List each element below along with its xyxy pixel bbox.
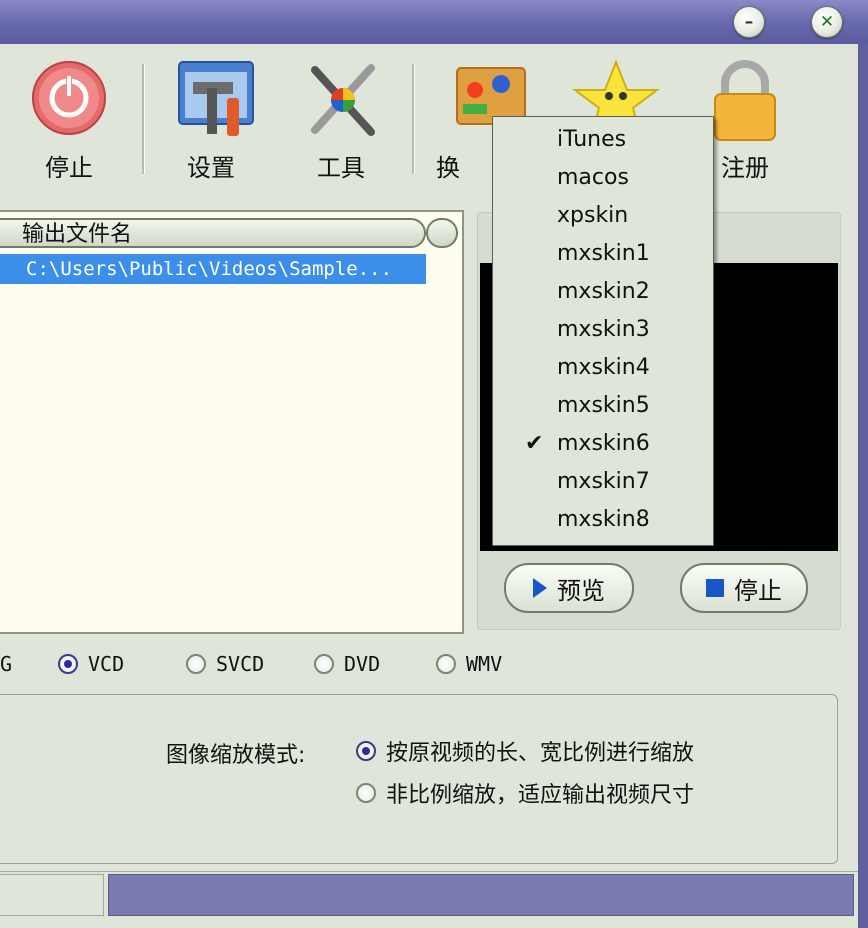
menu-item-mxskin3[interactable]: mxskin3 <box>493 311 713 349</box>
menu-item-mxskin5[interactable]: mxskin5 <box>493 387 713 425</box>
menu-item-macos[interactable]: macos <box>493 159 713 197</box>
preview-stop-label: 停止 <box>734 576 782 605</box>
preview-button-label: 预览 <box>557 576 605 605</box>
radio-icon <box>314 654 334 674</box>
toolbar-separator <box>412 64 415 174</box>
status-progress <box>108 874 854 916</box>
scaling-radio-keep-aspect[interactable]: 按原视频的长、宽比例进行缩放 <box>356 735 694 767</box>
play-icon <box>533 578 547 598</box>
close-button[interactable]: ✕ <box>811 6 843 38</box>
toolbar-separator <box>142 64 145 174</box>
scaling-options-group: 图像缩放模式: 按原视频的长、宽比例进行缩放 非比例缩放，适应输出视频尺寸 <box>0 694 838 864</box>
close-icon: ✕ <box>819 11 835 32</box>
toolbar: 停止 设置 工具 换 注册 <box>0 44 858 194</box>
settings-tool-label: 设置 <box>187 154 235 182</box>
power-stop-icon <box>29 58 109 142</box>
stop-tool-button[interactable]: 停止 <box>14 58 124 183</box>
scaling-radio-stretch[interactable]: 非比例缩放，适应输出视频尺寸 <box>356 777 694 809</box>
status-bar <box>0 871 858 917</box>
radio-selected-icon <box>58 654 78 674</box>
minimize-icon: – <box>744 11 754 32</box>
column-header-extra[interactable] <box>426 218 458 248</box>
menu-item-mxskin4[interactable]: mxskin4 <box>493 349 713 387</box>
format-radio-vcd[interactable]: VCD <box>58 644 124 684</box>
tools-tool-label: 工具 <box>317 154 365 182</box>
format-radio-svcd[interactable]: SVCD <box>186 644 264 684</box>
preview-stop-button[interactable]: 停止 <box>680 563 808 613</box>
menu-item-mxskin6[interactable]: ✔ mxskin6 <box>493 425 713 463</box>
settings-tools-icon <box>171 58 254 142</box>
title-bar: – ✕ <box>0 0 868 44</box>
checkmark-icon: ✔ <box>525 431 544 456</box>
settings-tool-button[interactable]: 设置 <box>156 58 266 183</box>
radio-selected-icon <box>356 741 376 761</box>
menu-item-itunes[interactable]: iTunes <box>493 121 713 159</box>
skin-dropdown-menu: iTunes macos xpskin mxskin1 mxskin2 mxsk… <box>492 116 714 546</box>
format-partial-label: G <box>0 652 13 676</box>
main-window: 停止 设置 工具 换 注册 输出文件名 C:\Users\Public\Vide… <box>0 44 858 928</box>
menu-item-mxskin8[interactable]: mxskin8 <box>493 501 713 539</box>
menu-item-mxskin1[interactable]: mxskin1 <box>493 235 713 273</box>
status-cell <box>0 874 104 916</box>
menu-item-xpskin[interactable]: xpskin <box>493 197 713 235</box>
window-frame-right <box>858 44 868 928</box>
tools-tool-button[interactable]: 工具 <box>286 58 396 183</box>
table-row[interactable]: C:\Users\Public\Videos\Sample... <box>0 254 426 284</box>
scaling-mode-label: 图像缩放模式: <box>166 743 306 768</box>
stop-icon <box>706 579 724 597</box>
radio-icon <box>436 654 456 674</box>
column-header-output-filename[interactable]: 输出文件名 <box>0 218 426 248</box>
format-radio-dvd[interactable]: DVD <box>314 644 380 684</box>
menu-item-mxskin7[interactable]: mxskin7 <box>493 463 713 501</box>
tools-icon <box>301 58 381 142</box>
radio-icon <box>186 654 206 674</box>
radio-icon <box>356 783 376 803</box>
file-list[interactable]: 输出文件名 C:\Users\Public\Videos\Sample... <box>0 210 464 634</box>
menu-item-mxskin2[interactable]: mxskin2 <box>493 273 713 311</box>
minimize-button[interactable]: – <box>733 6 765 38</box>
stop-tool-label: 停止 <box>45 154 93 182</box>
lock-icon <box>705 58 785 142</box>
preview-button[interactable]: 预览 <box>504 563 634 613</box>
format-radio-wmv[interactable]: WMV <box>436 644 502 684</box>
